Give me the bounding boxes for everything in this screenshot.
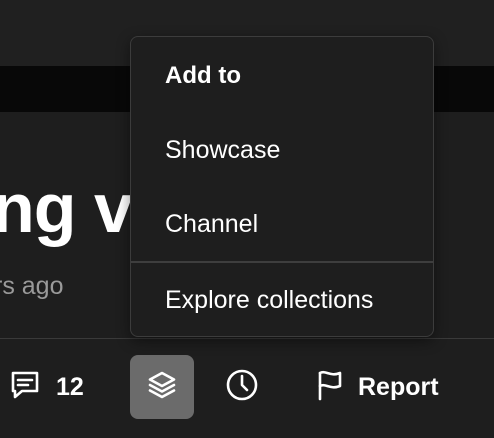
add-to-collection-button[interactable] <box>130 355 194 419</box>
comments-button[interactable]: 12 <box>8 357 84 417</box>
comment-bubble-icon <box>8 368 42 407</box>
menu-item-showcase[interactable]: Showcase <box>165 135 280 165</box>
video-title: ng vi <box>0 169 151 247</box>
action-bar: 12 Report <box>0 338 494 438</box>
menu-divider <box>131 261 433 263</box>
flag-icon <box>314 368 346 407</box>
report-button[interactable]: Report <box>314 357 439 417</box>
watch-later-button[interactable] <box>218 357 266 417</box>
menu-header: Add to <box>165 62 241 89</box>
clock-icon <box>224 367 260 408</box>
stacked-layers-icon <box>145 368 179 407</box>
add-to-menu: Add to Showcase Channel Explore collecti… <box>130 36 434 337</box>
report-label: Report <box>358 372 439 401</box>
menu-item-channel[interactable]: Channel <box>165 209 258 239</box>
comments-count: 12 <box>56 372 84 401</box>
explore-collections-link[interactable]: Explore collections <box>165 285 373 315</box>
video-upload-time: rs ago <box>0 272 64 300</box>
